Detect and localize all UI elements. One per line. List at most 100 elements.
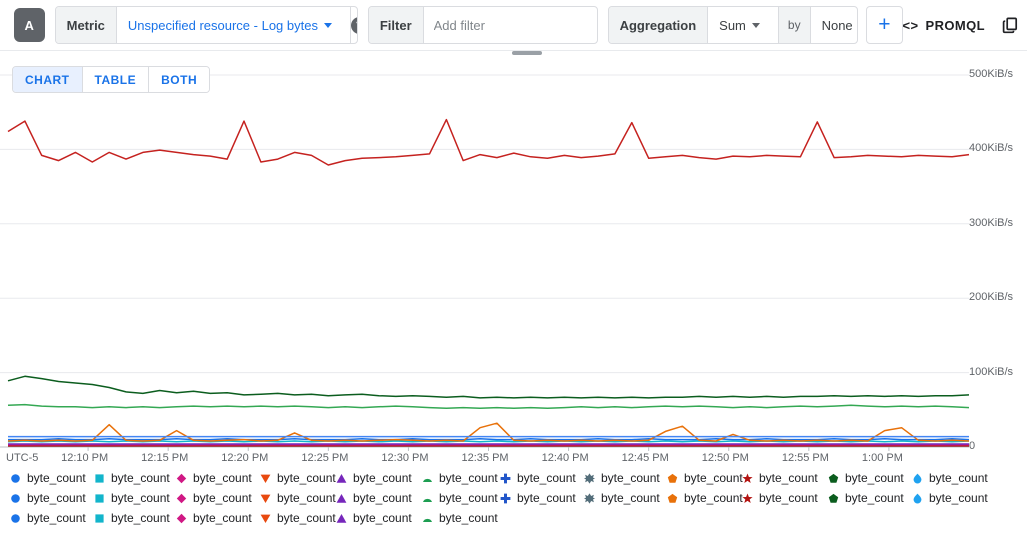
legend-item[interactable]: byte_count <box>667 468 743 488</box>
aggregation-group: Aggregation Sum by None <box>608 6 859 44</box>
chart-svg <box>0 62 1027 466</box>
triangle-marker-icon <box>336 513 347 524</box>
legend-item[interactable]: byte_count <box>500 488 576 508</box>
legend-item[interactable]: byte_count <box>260 468 336 488</box>
legend-item[interactable]: byte_count <box>260 508 336 528</box>
legend-item[interactable]: byte_count <box>667 488 743 508</box>
view-mode-table[interactable]: TABLE <box>83 67 150 92</box>
filter-input[interactable] <box>424 7 598 43</box>
metric-help-button[interactable]: ? <box>350 6 358 44</box>
legend-item[interactable]: byte_count <box>94 508 170 528</box>
series-line <box>8 405 969 409</box>
groupby-value-text: None <box>822 18 853 33</box>
legend-item[interactable]: byte_count <box>176 508 252 528</box>
legend-item[interactable]: byte_count <box>912 468 988 488</box>
teardrop-marker-icon <box>912 473 923 484</box>
legend-item-label: byte_count <box>929 491 988 505</box>
square-marker-icon <box>94 513 105 524</box>
x-axis-tick-label: 1:00 PM <box>862 452 903 464</box>
legend-item-label: byte_count <box>601 491 660 505</box>
series-badge: A <box>14 8 45 42</box>
legend-item[interactable]: byte_count <box>336 468 412 488</box>
pentagon-orange-marker-icon <box>667 473 678 484</box>
legend-item-label: byte_count <box>601 471 660 485</box>
legend-item[interactable]: byte_count <box>742 468 818 488</box>
legend-item[interactable]: byte_count <box>828 468 904 488</box>
star-marker-icon <box>742 493 753 504</box>
circle-marker-icon <box>10 473 21 484</box>
promql-label: PROMQL <box>926 18 985 33</box>
aggregation-value-text: Sum <box>719 18 746 33</box>
legend-item-label: byte_count <box>193 491 252 505</box>
add-query-button[interactable]: + <box>866 6 902 44</box>
legend-item-label: byte_count <box>111 491 170 505</box>
x-axis-tick-label: 12:25 PM <box>301 452 348 464</box>
legend-item-label: byte_count <box>759 491 818 505</box>
filter-group: Filter <box>368 6 598 44</box>
legend-item-label: byte_count <box>759 471 818 485</box>
plus-marker-icon <box>500 473 511 484</box>
series-line <box>8 120 969 165</box>
legend-item[interactable]: byte_count <box>336 508 412 528</box>
inverted-triangle-marker-icon <box>260 473 271 484</box>
legend-item[interactable]: byte_count <box>912 488 988 508</box>
semicircle-marker-icon <box>422 513 433 524</box>
legend-item[interactable]: byte_count <box>742 488 818 508</box>
copy-button[interactable] <box>1001 15 1021 35</box>
legend-item[interactable]: byte_count <box>422 508 498 528</box>
y-axis-tick-label: 400KiB/s <box>961 142 1023 154</box>
legend-item-label: byte_count <box>27 471 86 485</box>
x-axis-tick-label: 12:15 PM <box>141 452 188 464</box>
legend-item[interactable]: byte_count <box>10 468 86 488</box>
circle-marker-icon <box>10 513 21 524</box>
aggregation-select[interactable]: Sum <box>708 7 778 43</box>
legend-item[interactable]: byte_count <box>422 488 498 508</box>
legend-item[interactable]: byte_count <box>176 468 252 488</box>
metric-value[interactable]: Unspecified resource - Log bytes <box>117 7 350 43</box>
legend-item-label: byte_count <box>845 491 904 505</box>
legend-item[interactable]: byte_count <box>10 488 86 508</box>
legend-item-label: byte_count <box>111 511 170 525</box>
legend-item-label: byte_count <box>929 471 988 485</box>
x-axis-tick-label: 12:40 PM <box>542 452 589 464</box>
legend-item[interactable]: byte_count <box>422 468 498 488</box>
legend-item[interactable]: byte_count <box>584 488 660 508</box>
legend-item-label: byte_count <box>353 491 412 505</box>
groupby-label: by <box>778 7 811 43</box>
legend-item[interactable]: byte_count <box>10 508 86 528</box>
timezone-label: UTC-5 <box>6 452 38 464</box>
legend-item-label: byte_count <box>684 471 743 485</box>
legend-item-label: byte_count <box>277 491 336 505</box>
y-axis-tick-label: 200KiB/s <box>961 291 1023 303</box>
view-mode-toggle: CHARTTABLEBOTH <box>12 66 210 93</box>
legend-item[interactable]: byte_count <box>500 468 576 488</box>
diamond-marker-icon <box>176 493 187 504</box>
legend-item-label: byte_count <box>439 471 498 485</box>
x-axis-tick-label: 12:30 PM <box>381 452 428 464</box>
legend-item[interactable]: byte_count <box>176 488 252 508</box>
triangle-marker-icon <box>336 473 347 484</box>
legend-item[interactable]: byte_count <box>828 488 904 508</box>
copy-icon <box>1001 15 1021 35</box>
chart-plot-area[interactable]: 500KiB/s400KiB/s300KiB/s200KiB/s100KiB/s… <box>0 62 1027 466</box>
pentagon-marker-icon <box>828 473 839 484</box>
legend-item[interactable]: byte_count <box>336 488 412 508</box>
legend-item-label: byte_count <box>353 471 412 485</box>
chart-legend: byte_countbyte_countbyte_countbyte_count… <box>0 468 1027 534</box>
chevron-down-icon <box>324 23 332 28</box>
diamond-marker-icon <box>176 473 187 484</box>
x-axis-ticks: UTC-512:10 PM12:15 PM12:20 PM12:25 PM12:… <box>0 452 1027 468</box>
groupby-select[interactable]: None <box>811 7 859 43</box>
promql-toggle-button[interactable]: <> PROMQL <box>903 18 985 33</box>
legend-item[interactable]: byte_count <box>260 488 336 508</box>
legend-item-label: byte_count <box>277 511 336 525</box>
code-brackets-icon: <> <box>903 18 919 33</box>
view-mode-both[interactable]: BOTH <box>149 67 209 92</box>
metric-value-text: Unspecified resource - Log bytes <box>128 18 318 33</box>
legend-item[interactable]: byte_count <box>584 468 660 488</box>
view-mode-chart[interactable]: CHART <box>13 67 83 92</box>
legend-item-label: byte_count <box>111 471 170 485</box>
legend-item[interactable]: byte_count <box>94 488 170 508</box>
panel-drag-handle[interactable] <box>512 51 542 55</box>
legend-item[interactable]: byte_count <box>94 468 170 488</box>
